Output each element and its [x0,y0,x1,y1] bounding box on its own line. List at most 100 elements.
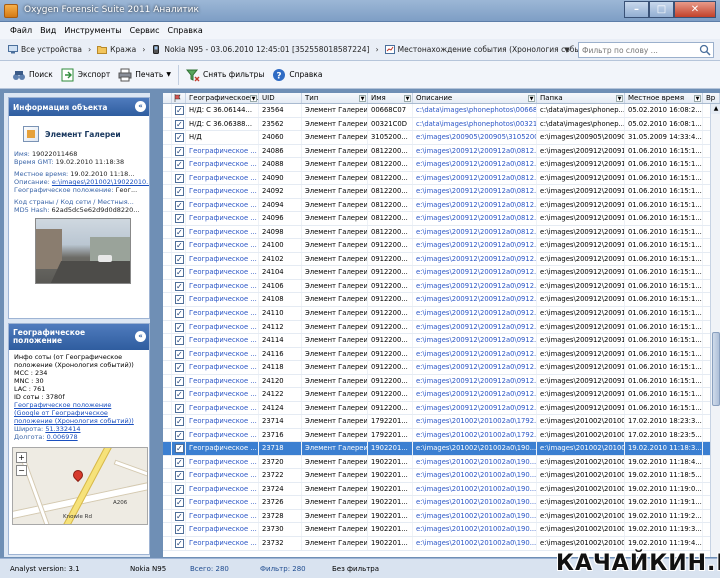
row-checkbox[interactable] [175,469,184,482]
geo-link[interactable]: положение (Хронология событий)) [9,417,149,425]
cell-description[interactable]: e:\images\201002\201002a0\190... [413,455,537,469]
table-row[interactable]: Н/Д: С 36.06144...23564Элемент Галереи00… [163,104,710,118]
breadcrumb-separator[interactable]: › [88,45,91,54]
table-row[interactable]: Географическое ...24106Элемент Галереи09… [163,279,710,294]
row-checkbox[interactable] [175,158,184,171]
object-info-header[interactable]: Информация объекта « [9,98,149,116]
collapse-icon[interactable]: « [135,331,146,342]
cell-geo[interactable]: Географическое ... [186,320,259,334]
filter-dropdown-icon[interactable]: ▼ [250,95,257,102]
cell-description[interactable]: e:\images\200912\200912a0\0812... [413,185,537,198]
photo-thumbnail[interactable] [35,218,131,284]
cell-description[interactable]: e:\images\200912\200912a0\0812... [413,144,537,158]
row-checkbox[interactable] [175,185,184,198]
cell-description[interactable]: e:\images\201002\201002a0\190... [413,537,537,550]
cell-geo[interactable]: Географическое ... [186,334,259,347]
row-checkbox[interactable] [175,361,184,374]
cell-geo[interactable]: Географическое ... [186,428,259,442]
cell-geo[interactable]: Географическое ... [186,374,259,388]
table-row[interactable]: Географическое ...23724Элемент Галереи19… [163,482,710,497]
export-button[interactable]: Экспорт [57,64,115,86]
cell-description[interactable]: e:\images\200912\200912a0\0812... [413,225,537,239]
table-row[interactable]: Географическое ...23718Элемент Галереи19… [163,442,710,456]
column-type[interactable]: Тип ▼ [302,93,368,103]
table-row[interactable]: Географическое ...24108Элемент Галереи09… [163,293,710,307]
scroll-thumb[interactable] [712,332,720,406]
row-checkbox[interactable] [175,104,184,117]
table-row[interactable]: Географическое ...23728Элемент Галереи19… [163,509,710,524]
cell-geo[interactable]: Географическое ... [186,293,259,306]
collapse-icon[interactable]: « [135,101,146,112]
table-row[interactable]: Географическое ...24112Элемент Галереи09… [163,320,710,335]
help-button[interactable]: ? Справка [268,64,326,86]
clear-filters-button[interactable]: Снять фильтры [182,64,268,86]
cell-geo[interactable]: Географическое ... [186,225,259,239]
cell-description[interactable]: e:\images\200912\200912a0\0912... [413,334,537,347]
table-row[interactable]: Географическое ...24086Элемент Галереи08… [163,144,710,159]
crumb-all-devices[interactable]: Все устройства [8,45,82,54]
cell-description[interactable]: e:\images\200912\200912a0\0812... [413,171,537,185]
menu-file[interactable]: Файл [10,26,32,35]
table-row[interactable]: Географическое ...24124Элемент Галереи09… [163,401,710,416]
cell-geo[interactable]: Географическое ... [186,212,259,225]
search-button[interactable]: Поиск [8,64,57,86]
column-uid[interactable]: UID [259,93,302,103]
menu-help[interactable]: Справка [167,26,202,35]
column-geo[interactable]: Географическое ... ▼ [186,93,259,103]
table-row[interactable]: Географическое ...23720Элемент Галереи19… [163,455,710,470]
cell-geo[interactable]: Географическое ... [186,171,259,185]
flag-column[interactable] [172,93,186,103]
cell-description[interactable]: e:\images\201002\201002a0\1792... [413,415,537,428]
cell-geo[interactable]: Географическое ... [186,401,259,415]
row-checkbox[interactable] [175,253,184,265]
column-folder[interactable]: Папка ▼ [537,93,625,103]
row-checkbox[interactable] [175,334,184,347]
table-row[interactable]: Географическое ...24092Элемент Галереи08… [163,185,710,199]
cell-description[interactable]: e:\images\200912\200912a0\0912... [413,239,537,252]
table-row[interactable]: Географическое ...24090Элемент Галереи08… [163,171,710,186]
row-checkbox[interactable] [175,239,184,252]
cell-geo[interactable]: Географическое ... [186,158,259,171]
row-checkbox[interactable] [175,293,184,306]
filter-input[interactable] [579,43,697,57]
cell-description[interactable]: e:\images\201002\201002a0\190... [413,482,537,496]
table-row[interactable]: Географическое ...24114Элемент Галереи09… [163,334,710,348]
row-checkbox[interactable] [175,523,184,536]
filter-field[interactable] [578,42,714,58]
cell-description[interactable]: e:\images\200912\200912a0\0912... [413,388,537,401]
cell-description[interactable]: e:\images\200912\200912a0\0912... [413,374,537,388]
cell-description[interactable]: e:\images\200912\200912a0\0912... [413,279,537,293]
row-checkbox[interactable] [175,456,184,468]
row-checkbox[interactable] [175,280,184,292]
table-row[interactable]: Географическое ...24116Элемент Галереи09… [163,347,710,362]
table-row[interactable]: Географическое ...24118Элемент Галереи09… [163,361,710,375]
cell-geo[interactable]: Географическое ... [186,537,259,550]
table-row[interactable]: Географическое ...24122Элемент Галереи09… [163,388,710,402]
cell-description[interactable]: e:\images\200912\200912a0\0912... [413,361,537,374]
row-checkbox[interactable] [175,496,184,509]
cell-geo[interactable]: Географическое ... [186,523,259,536]
location-map[interactable]: + − Knowle Rd A206 [12,447,148,525]
cell-description[interactable]: e:\images\200912\200912a0\0912... [413,347,537,361]
table-row[interactable]: Географическое ...24104Элемент Галереи09… [163,266,710,280]
cell-description[interactable]: e:\images\200912\200912a0\0912... [413,306,537,320]
filter-dropdown-icon[interactable]: ▼ [359,95,366,102]
cell-description[interactable]: e:\images\200912\200912a0\0912... [413,252,537,266]
cell-description[interactable]: e:\images\201002\201002a0\190... [413,496,537,509]
maximize-button[interactable]: □ [649,1,674,18]
cell-geo[interactable]: Географическое ... [186,239,259,252]
cell-geo[interactable]: Географическое ... [186,252,259,266]
zoom-out-button[interactable]: − [16,465,27,476]
minimize-button[interactable]: – [624,1,649,18]
row-checkbox[interactable] [175,510,184,522]
table-row[interactable]: Географическое ...24100Элемент Галереи09… [163,239,710,253]
table-row[interactable]: Географическое ...24096Элемент Галереи08… [163,212,710,226]
row-checkbox[interactable] [175,483,184,495]
menu-view[interactable]: Вид [40,26,56,35]
table-row[interactable]: Географическое ...23716Элемент Галереи17… [163,428,710,443]
table-row[interactable]: Географическое ...24088Элемент Галереи08… [163,158,710,172]
cell-description[interactable]: e:\images\200912\200912a0\0812... [413,198,537,212]
cell-description[interactable]: e:\images\200912\200912a0\0812... [413,212,537,225]
filter-dropdown-icon[interactable]: ▼ [694,95,701,102]
table-row[interactable]: Географическое ...24094Элемент Галереи08… [163,198,710,213]
